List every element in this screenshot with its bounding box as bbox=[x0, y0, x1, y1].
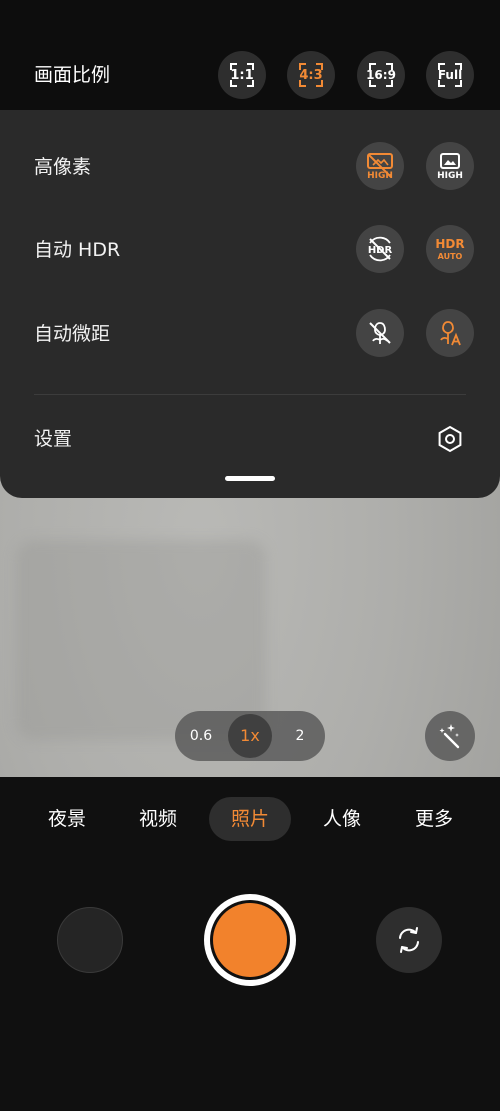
quick-settings-panel: 高像素 HIGH HIGH 自动 HDR HDR HDR AUTO 自动微距 设… bbox=[0, 110, 500, 498]
aspect-ratio-title: 画面比例 bbox=[34, 64, 111, 86]
macro-auto-icon bbox=[440, 321, 461, 346]
mode-photo[interactable]: 照片 bbox=[209, 797, 291, 841]
settings-label[interactable]: 设置 bbox=[34, 426, 72, 452]
hdr-auto-text-top: HDR bbox=[435, 237, 464, 251]
switch-camera-icon bbox=[399, 927, 419, 953]
viewfinder-scene bbox=[16, 540, 266, 740]
magic-filter-button[interactable] bbox=[425, 711, 475, 761]
hdr-off-button[interactable]: HDR bbox=[356, 225, 404, 273]
panel-divider bbox=[34, 394, 466, 395]
zoom-0-6-button[interactable]: 0.6 bbox=[181, 711, 221, 761]
ratio-frame-icon: 1:1 bbox=[230, 63, 254, 87]
ratio-frame-icon: 4:3 bbox=[299, 63, 323, 87]
hdr-off-icon: HDR bbox=[368, 236, 392, 262]
gear-icon bbox=[438, 425, 462, 453]
ratio-frame-icon: 16:9 bbox=[366, 63, 396, 87]
ratio-frame-icon: Full bbox=[438, 63, 462, 87]
mode-portrait[interactable]: 人像 bbox=[311, 797, 373, 841]
zoom-2-button[interactable]: 2 bbox=[280, 711, 320, 761]
switch-camera-button[interactable] bbox=[376, 907, 442, 973]
high-on-text: HIGH bbox=[437, 171, 463, 181]
high-pixel-on-button[interactable]: HIGH bbox=[426, 142, 474, 190]
panel-drag-handle[interactable] bbox=[225, 476, 275, 481]
high-pixel-off-button[interactable]: HIGH bbox=[356, 142, 404, 190]
zoom-selector: 0.6 1x 2 bbox=[175, 711, 325, 761]
camera-mode-selector: 夜景 视频 照片 人像 更多 bbox=[0, 797, 500, 843]
mode-video[interactable]: 视频 bbox=[127, 797, 189, 841]
settings-gear-button[interactable] bbox=[434, 423, 466, 455]
zoom-1x-button[interactable]: 1x bbox=[228, 714, 272, 758]
high-off-icon: HIGH bbox=[367, 153, 393, 181]
high-pixel-label: 高像素 bbox=[34, 156, 92, 178]
magic-wand-icon bbox=[439, 724, 460, 749]
macro-auto-button[interactable] bbox=[426, 309, 474, 357]
auto-hdr-label: 自动 HDR bbox=[34, 239, 121, 261]
ratio-full-button[interactable]: Full bbox=[426, 51, 474, 99]
hdr-auto-text-bottom: AUTO bbox=[438, 252, 463, 261]
aspect-ratio-bar: 画面比例 1:1 4:3 16:9 Full bbox=[0, 0, 500, 110]
auto-macro-label: 自动微距 bbox=[34, 323, 111, 345]
macro-off-icon bbox=[369, 322, 391, 344]
shutter-ring bbox=[210, 900, 290, 980]
high-on-icon: HIGH bbox=[437, 153, 463, 181]
hdr-auto-icon: HDR AUTO bbox=[435, 237, 464, 261]
hdr-auto-button[interactable]: HDR AUTO bbox=[426, 225, 474, 273]
ratio-1-1-button[interactable]: 1:1 bbox=[218, 51, 266, 99]
shutter-button[interactable] bbox=[204, 894, 296, 986]
macro-off-button[interactable] bbox=[356, 309, 404, 357]
gallery-thumbnail[interactable] bbox=[57, 907, 123, 973]
shutter-core bbox=[213, 903, 287, 977]
ratio-16-9-button[interactable]: 16:9 bbox=[357, 51, 405, 99]
ratio-4-3-button[interactable]: 4:3 bbox=[287, 51, 335, 99]
mode-night[interactable]: 夜景 bbox=[36, 797, 98, 841]
mode-more[interactable]: 更多 bbox=[403, 797, 465, 841]
